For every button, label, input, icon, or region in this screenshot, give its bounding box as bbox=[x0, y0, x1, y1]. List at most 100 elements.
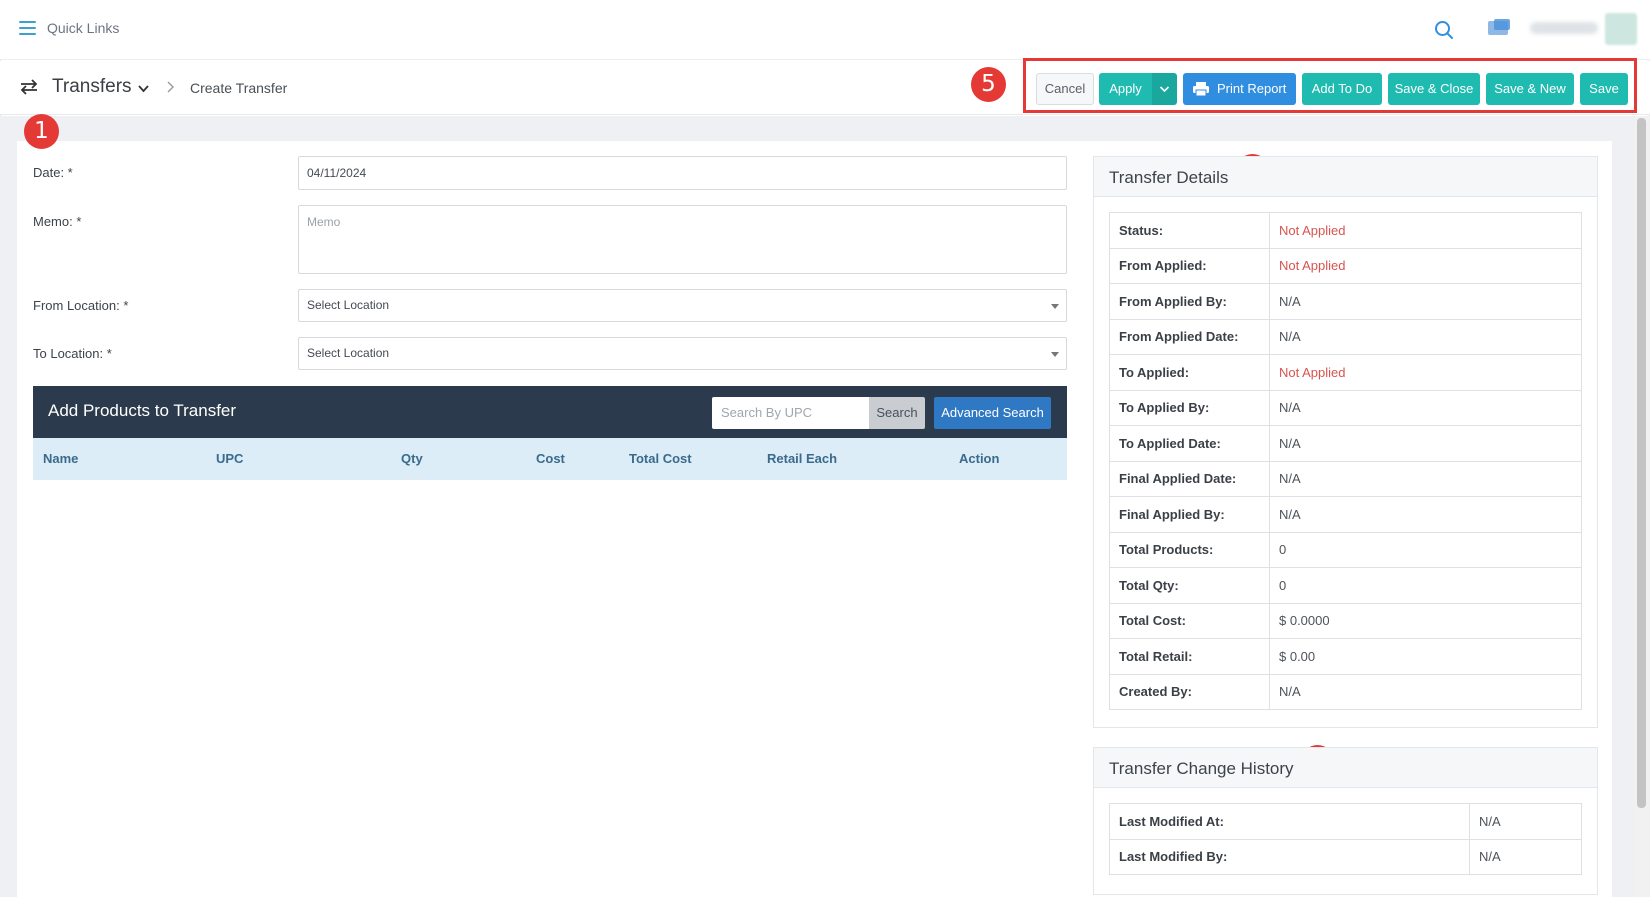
transfer_details-label: From Applied: bbox=[1109, 247, 1270, 284]
from-location-select[interactable]: Select Location bbox=[298, 289, 1067, 322]
save-button[interactable]: Save bbox=[1580, 73, 1628, 105]
table-row: Total Qty: 0 bbox=[1109, 567, 1582, 604]
transfer_details-value: Not Applied bbox=[1269, 354, 1582, 391]
scrollbar-thumb[interactable] bbox=[1637, 118, 1646, 808]
transfer_details-label: Status: bbox=[1109, 212, 1270, 249]
transfer-details-panel: Transfer Details Status: Not Applied From … bbox=[1093, 156, 1598, 728]
change-history-header: Transfer Change History bbox=[1094, 748, 1597, 788]
transfer-details-header: Transfer Details bbox=[1094, 157, 1597, 197]
transfer_details-label: To Applied: bbox=[1109, 354, 1270, 391]
search-icon[interactable] bbox=[1434, 20, 1454, 40]
transfer_details-label: Final Applied By: bbox=[1109, 496, 1270, 533]
table-row: To Applied: Not Applied bbox=[1109, 354, 1582, 391]
advanced-search-button[interactable]: Advanced Search bbox=[934, 397, 1051, 429]
transfer_details-value: 0 bbox=[1269, 531, 1582, 568]
table-row: Total Products: 0 bbox=[1109, 531, 1582, 568]
to-location-label: To Location: * bbox=[33, 346, 112, 361]
table-row: From Applied By: N/A bbox=[1109, 283, 1582, 320]
column-header-name: Name bbox=[43, 451, 79, 466]
transfer_details-value: Not Applied bbox=[1269, 247, 1582, 284]
column-header-action: Action bbox=[959, 451, 1000, 466]
avatar[interactable] bbox=[1605, 13, 1637, 45]
transfer_details-label: Total Retail: bbox=[1109, 638, 1270, 675]
transfer_details-value: N/A bbox=[1269, 460, 1582, 497]
change-history-table: Last Modified At: N/A Last Modified By: N/A bbox=[1109, 803, 1582, 875]
chevron-down-icon bbox=[1159, 86, 1170, 93]
table-row: Created By: N/A bbox=[1109, 673, 1582, 710]
transfer_details-value: $ 0.00 bbox=[1269, 638, 1582, 675]
quick-links-link[interactable]: Quick Links bbox=[47, 20, 119, 36]
transfer_details-value: N/A bbox=[1269, 425, 1582, 462]
notification-icon[interactable] bbox=[1486, 18, 1512, 40]
transfer_details-label: Final Applied Date: bbox=[1109, 460, 1270, 497]
column-header-cost: Cost bbox=[536, 451, 565, 466]
top-bar: Quick Links bbox=[0, 0, 1650, 60]
to-location-select[interactable]: Select Location bbox=[298, 337, 1067, 370]
annotation-badge-1: 1 bbox=[24, 114, 59, 149]
user-name[interactable] bbox=[1530, 22, 1598, 34]
transfer_details-label: From Applied Date: bbox=[1109, 318, 1270, 355]
change_history-value: N/A bbox=[1469, 803, 1582, 840]
transfer_details-label: From Applied By: bbox=[1109, 283, 1270, 320]
print-report-button[interactable]: Print Report bbox=[1183, 73, 1296, 105]
products-table-header: Name UPC Qty Cost Total Cost Retail Each… bbox=[33, 438, 1067, 480]
table-row: From Applied: Not Applied bbox=[1109, 247, 1582, 284]
table-row: Final Applied Date: N/A bbox=[1109, 460, 1582, 497]
transfer_details-value: N/A bbox=[1269, 496, 1582, 533]
date-label: Date: * bbox=[33, 165, 73, 180]
chevron-right-icon bbox=[167, 81, 174, 93]
table-row: From Applied Date: N/A bbox=[1109, 318, 1582, 355]
transfer_details-label: Total Qty: bbox=[1109, 567, 1270, 604]
transfer_details-value: $ 0.0000 bbox=[1269, 602, 1582, 639]
transfer_details-value: N/A bbox=[1269, 283, 1582, 320]
hamburger-icon[interactable] bbox=[19, 21, 36, 35]
page-title[interactable]: Transfers bbox=[52, 76, 132, 98]
table-row: Total Retail: $ 0.00 bbox=[1109, 638, 1582, 675]
column-header-qty: Qty bbox=[401, 451, 423, 466]
upc-search-input[interactable]: Search By UPC bbox=[712, 397, 869, 429]
transfer_details-value: N/A bbox=[1269, 389, 1582, 426]
transfer-details-table: Status: Not Applied From Applied: Not Appli… bbox=[1109, 212, 1582, 710]
memo-label: Memo: * bbox=[33, 214, 82, 229]
breadcrumb-current: Create Transfer bbox=[190, 80, 288, 96]
from-location-label: From Location: * bbox=[33, 298, 129, 313]
transfer_details-label: Created By: bbox=[1109, 673, 1270, 710]
printer-icon bbox=[1193, 82, 1209, 97]
add-to-do-button[interactable]: Add To Do bbox=[1302, 73, 1382, 105]
transfer_details-value: Not Applied bbox=[1269, 212, 1582, 249]
table-row: Last Modified At: N/A bbox=[1109, 803, 1582, 840]
table-row: Last Modified By: N/A bbox=[1109, 838, 1582, 875]
from-location-value: Select Location bbox=[307, 298, 390, 312]
column-header-total-cost: Total Cost bbox=[629, 451, 692, 466]
products-header: Add Products to Transfer Search By UPC S… bbox=[33, 386, 1067, 438]
date-input[interactable]: 04/11/2024 bbox=[298, 156, 1067, 190]
apply-dropdown-button[interactable] bbox=[1152, 73, 1177, 105]
transfer_details-label: Total Cost: bbox=[1109, 602, 1270, 639]
column-header-retail-each: Retail Each bbox=[767, 451, 838, 466]
change-history-panel: Transfer Change History Last Modified At… bbox=[1093, 747, 1598, 895]
apply-button[interactable]: Apply bbox=[1099, 73, 1152, 105]
products-title: Add Products to Transfer bbox=[48, 401, 237, 420]
column-header-upc: UPC bbox=[216, 451, 244, 466]
memo-textarea[interactable]: Memo bbox=[298, 205, 1067, 274]
transfer_details-value: N/A bbox=[1269, 673, 1582, 710]
caret-down-icon bbox=[1051, 304, 1059, 309]
transfer_details-value: N/A bbox=[1269, 318, 1582, 355]
upc-search-button[interactable]: Search bbox=[869, 397, 925, 429]
table-row: To Applied By: N/A bbox=[1109, 389, 1582, 426]
transfer_details-value: 0 bbox=[1269, 567, 1582, 604]
to-location-value: Select Location bbox=[307, 346, 390, 360]
transfer-arrows-icon bbox=[20, 79, 38, 95]
cancel-button[interactable]: Cancel bbox=[1036, 73, 1094, 105]
transfer_details-label: Total Products: bbox=[1109, 531, 1270, 568]
table-row: To Applied Date: N/A bbox=[1109, 425, 1582, 462]
transfer_details-label: To Applied Date: bbox=[1109, 425, 1270, 462]
transfer-details-title: Transfer Details bbox=[1109, 168, 1229, 187]
change_history-value: N/A bbox=[1469, 838, 1582, 875]
chevron-down-icon[interactable] bbox=[137, 82, 150, 95]
caret-down-icon bbox=[1051, 352, 1059, 357]
table-row: Status: Not Applied bbox=[1109, 212, 1582, 249]
save-close-button[interactable]: Save & Close bbox=[1388, 73, 1480, 105]
save-new-button[interactable]: Save & New bbox=[1486, 73, 1574, 105]
annotation-badge-5: 5 bbox=[971, 67, 1006, 102]
